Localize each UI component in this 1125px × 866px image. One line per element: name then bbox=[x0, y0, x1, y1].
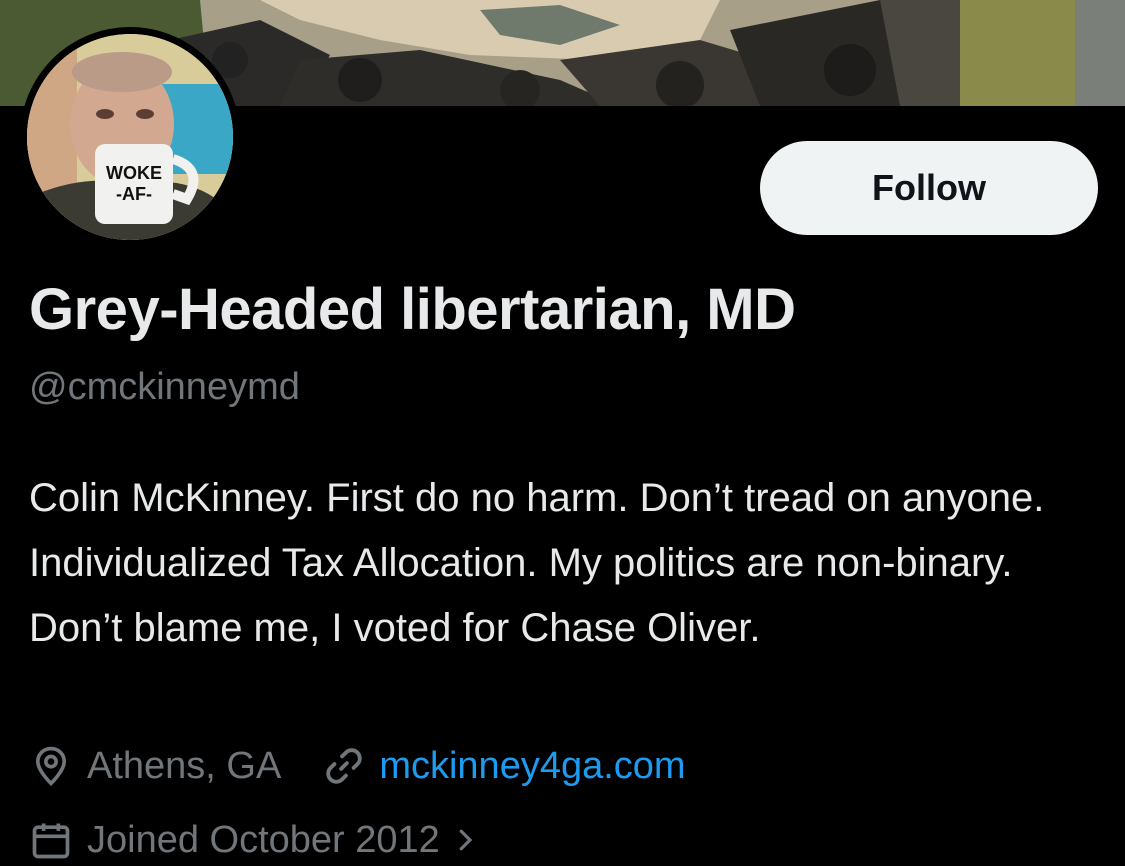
avatar[interactable]: WOKE -AF- bbox=[20, 27, 240, 247]
profile-display-name: Grey-Headed libertarian, MD bbox=[29, 277, 796, 342]
location-text: Athens, GA bbox=[87, 744, 282, 787]
chevron-right-icon[interactable] bbox=[450, 825, 480, 855]
website-link[interactable]: mckinney4ga.com bbox=[379, 745, 685, 788]
location-pin-icon bbox=[35, 746, 67, 786]
follow-button[interactable]: Follow bbox=[760, 141, 1098, 235]
calendar-icon bbox=[32, 823, 70, 859]
profile-meta-row: Athens, GA mckinney4ga.com bbox=[29, 740, 686, 792]
location-item: Athens, GA bbox=[29, 744, 281, 788]
avatar-photo: WOKE -AF- bbox=[27, 34, 233, 240]
joined-row: Joined October 2012 bbox=[29, 814, 480, 866]
profile-bio: Colin McKinney. First do no harm. Don’t … bbox=[29, 476, 1045, 650]
link-icon bbox=[326, 748, 363, 784]
profile-handle: @cmckinneymd bbox=[29, 366, 300, 408]
svg-text:-AF-: -AF- bbox=[116, 184, 152, 204]
svg-text:WOKE: WOKE bbox=[106, 163, 162, 183]
website-item[interactable]: mckinney4ga.com bbox=[321, 743, 686, 789]
joined-text: Joined October 2012 bbox=[87, 818, 440, 861]
